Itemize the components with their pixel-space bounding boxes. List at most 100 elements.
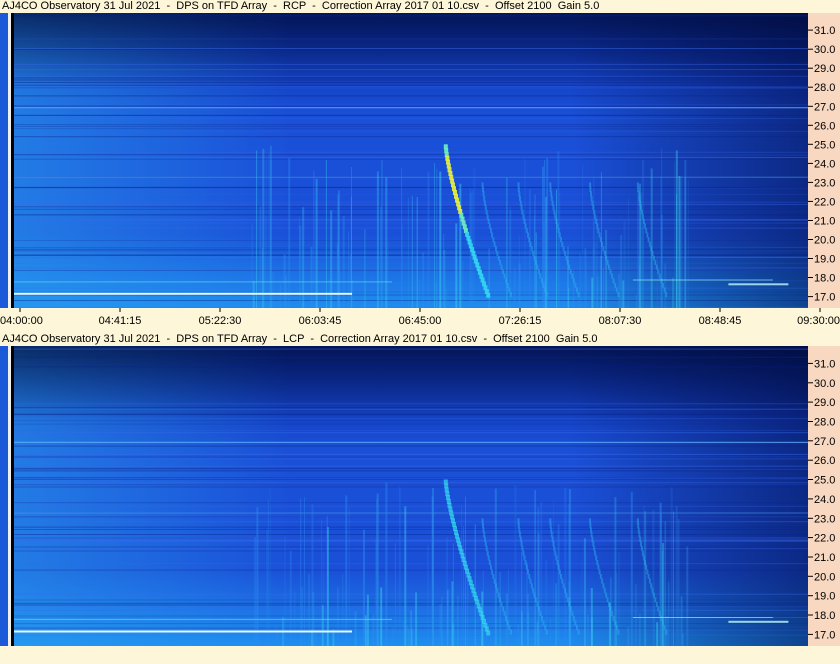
emission-streak [630, 492, 633, 646]
emission-streak [584, 248, 587, 308]
emission-streak [559, 193, 561, 308]
arc-segment [652, 255, 655, 261]
arc-segment [530, 246, 533, 252]
band-line [12, 529, 808, 530]
band-line [12, 15, 808, 17]
arc-segment [665, 629, 668, 635]
band-line [12, 366, 808, 368]
emission-streak [252, 631, 254, 646]
arc-segment [519, 536, 522, 542]
arc-segment [505, 278, 508, 284]
emission-streak [555, 583, 557, 646]
emission-streak [321, 520, 323, 646]
arc-segment [497, 592, 500, 598]
arc-segment [553, 209, 556, 215]
burst-segment [486, 630, 491, 636]
emission-streak [684, 160, 687, 308]
arc-segment [496, 587, 499, 593]
arc-segment [522, 550, 525, 556]
freq-tick-label: 26.0 [814, 120, 835, 132]
arc-segment [569, 269, 572, 275]
arc-segment [599, 237, 602, 243]
arc-segment [637, 191, 640, 197]
emission-streak [392, 627, 395, 646]
arc-segment [542, 620, 545, 626]
arc-segment [645, 228, 648, 234]
emission-streak [582, 164, 584, 308]
arc-segment [488, 560, 491, 566]
emission-streak [660, 176, 663, 308]
arc-segment [545, 292, 548, 297]
emission-streak [436, 168, 438, 308]
time-tick-label: 07:26:15 [499, 315, 542, 327]
arc-segment [503, 273, 506, 279]
emission-streak [637, 196, 639, 308]
arc-segment [523, 555, 526, 561]
arc-segment [652, 592, 655, 598]
arc-segment [495, 583, 497, 589]
emission-streak [364, 229, 366, 308]
band-line [12, 478, 808, 480]
emission-streak [434, 163, 435, 308]
interference-line [632, 617, 773, 618]
arc-segment [550, 527, 553, 533]
arc-segment [556, 223, 559, 229]
arc-segment [597, 564, 600, 570]
spectrogram-rcp: 31.0 30.0 29.0 28.0 27.0 26.0 25.0 24.0 23.0 22.0… [0, 13, 840, 333]
arc-segment [527, 569, 529, 575]
band-line [12, 453, 808, 455]
band-line [12, 467, 808, 469]
band-line [12, 606, 808, 608]
freq-tick-label: 23.0 [814, 177, 835, 189]
arc-segment [534, 260, 537, 265]
arc-segment [550, 191, 553, 197]
arc-segment [502, 269, 505, 275]
emission-streak [380, 587, 383, 646]
band-line [12, 407, 808, 409]
interference-line [12, 176, 808, 178]
panel-title-rcp: AJ4CO Observatory 31 Jul 2021 - DPS on T… [2, 0, 600, 12]
band-line [12, 445, 808, 447]
freq-tick-label: 24.0 [814, 158, 835, 170]
band-line [12, 539, 808, 541]
emission-streak [513, 268, 516, 308]
left-edge-black [11, 346, 14, 646]
band-line [12, 482, 808, 484]
arc-segment [609, 269, 612, 275]
band-line [12, 470, 808, 472]
band-line [12, 84, 808, 86]
band-line [12, 429, 808, 431]
arc-segment [505, 615, 508, 621]
arc-segment [565, 592, 568, 598]
band-line [12, 615, 808, 617]
arc-segment [550, 196, 553, 202]
arc-segment [521, 209, 524, 215]
emission-streak [673, 511, 674, 646]
arc-segment [608, 601, 610, 607]
arc-segment [537, 269, 540, 275]
arc-segment [491, 569, 494, 575]
emission-streak [443, 233, 445, 308]
arc-segment [527, 232, 529, 238]
emission-streak [507, 569, 509, 646]
arc-segment [557, 564, 560, 570]
band-line [12, 157, 808, 158]
emission-streak [534, 490, 536, 646]
emission-streak [557, 524, 560, 646]
emission-streak [540, 502, 542, 646]
left-edge [0, 346, 8, 646]
arc-segment [487, 555, 490, 561]
arc-segment [617, 292, 620, 297]
interference-line [12, 441, 808, 443]
arc-segment [637, 522, 640, 528]
emission-streak [664, 263, 667, 308]
emission-streak [385, 177, 388, 308]
band-line [12, 38, 808, 40]
arc-segment [532, 250, 535, 256]
arc-segment [508, 287, 511, 293]
arc-segment [566, 597, 569, 603]
arc-segment [596, 560, 599, 566]
time-tick-label: 08:07:30 [599, 315, 642, 327]
emission-streak [603, 267, 605, 308]
arc-segment [485, 209, 488, 215]
